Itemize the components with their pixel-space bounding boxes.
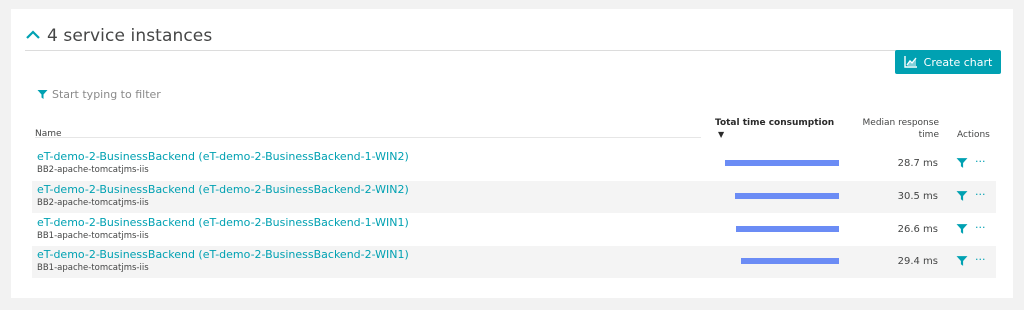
- more-icon[interactable]: ···: [975, 253, 986, 266]
- more-icon[interactable]: ···: [975, 188, 986, 201]
- median-response-time: 28.7 ms: [897, 158, 938, 169]
- filter-icon[interactable]: [956, 190, 968, 202]
- filter-input[interactable]: Start typing to filter: [37, 88, 161, 101]
- section-title[interactable]: 4 service instances: [47, 26, 212, 46]
- chevron-up-icon[interactable]: [25, 27, 41, 43]
- chart-icon: [903, 56, 917, 68]
- header-divider: [35, 137, 701, 138]
- service-instance-link[interactable]: eT-demo-2-BusinessBackend (eT-demo-2-Bus…: [37, 248, 409, 261]
- process-group-label: BB1-apache-tomcatjms-iis: [37, 263, 149, 273]
- sort-descending-icon[interactable]: ▼: [718, 130, 724, 139]
- total-time-bar: [735, 193, 839, 199]
- median-response-time: 29.4 ms: [897, 256, 938, 267]
- column-header-actions: Actions: [957, 130, 990, 140]
- service-instance-link[interactable]: eT-demo-2-BusinessBackend (eT-demo-2-Bus…: [37, 216, 409, 229]
- filter-placeholder: Start typing to filter: [52, 88, 161, 101]
- service-instances-card: 4 service instances Create chart Start t…: [11, 9, 1013, 298]
- median-response-time: 26.6 ms: [897, 224, 938, 235]
- process-group-label: BB2-apache-tomcatjms-iis: [37, 165, 149, 175]
- create-chart-label: Create chart: [923, 55, 993, 69]
- section-header: 4 service instances: [25, 22, 1000, 51]
- table-row: eT-demo-2-BusinessBackend (eT-demo-2-Bus…: [32, 148, 996, 180]
- table-row: eT-demo-2-BusinessBackend (eT-demo-2-Bus…: [32, 181, 996, 213]
- process-group-label: BB2-apache-tomcatjms-iis: [37, 198, 149, 208]
- column-header-total-time[interactable]: Total time consumption: [715, 118, 834, 128]
- column-header-median[interactable]: Median response time: [847, 117, 939, 141]
- create-chart-button[interactable]: Create chart: [895, 50, 1001, 74]
- median-response-time: 30.5 ms: [897, 191, 938, 202]
- service-instance-link[interactable]: eT-demo-2-BusinessBackend (eT-demo-2-Bus…: [37, 183, 409, 196]
- total-time-bar: [736, 226, 839, 232]
- filter-icon: [37, 90, 48, 99]
- more-icon[interactable]: ···: [975, 221, 986, 234]
- more-icon[interactable]: ···: [975, 155, 986, 168]
- filter-icon[interactable]: [956, 157, 968, 169]
- filter-icon[interactable]: [956, 223, 968, 235]
- table-row: eT-demo-2-BusinessBackend (eT-demo-2-Bus…: [32, 246, 996, 278]
- process-group-label: BB1-apache-tomcatjms-iis: [37, 231, 149, 241]
- table-row: eT-demo-2-BusinessBackend (eT-demo-2-Bus…: [32, 214, 996, 246]
- total-time-bar: [741, 258, 839, 264]
- filter-icon[interactable]: [956, 255, 968, 267]
- service-instance-link[interactable]: eT-demo-2-BusinessBackend (eT-demo-2-Bus…: [37, 150, 409, 163]
- total-time-bar: [725, 160, 839, 166]
